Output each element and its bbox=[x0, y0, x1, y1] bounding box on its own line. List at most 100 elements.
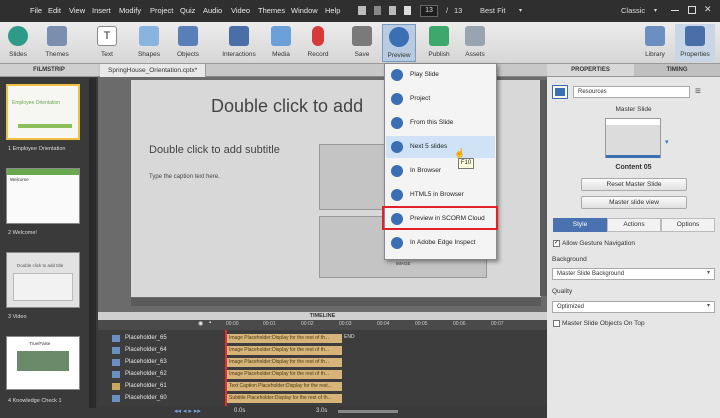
nav-first-icon[interactable] bbox=[358, 6, 366, 15]
shapes-button[interactable]: Shapes bbox=[134, 24, 164, 62]
menu-window[interactable]: Window bbox=[291, 6, 318, 15]
save-button[interactable]: Save bbox=[348, 24, 376, 62]
timeline-row[interactable]: Placeholder_64 Image Placeholder:Display … bbox=[98, 346, 547, 356]
filmstrip-scrollbar[interactable] bbox=[89, 78, 96, 408]
tab-style[interactable]: Style bbox=[553, 218, 607, 232]
zoom-select[interactable]: Best Fit bbox=[480, 6, 505, 15]
thumb-title: Welcome bbox=[10, 177, 29, 182]
record-button[interactable]: Record bbox=[303, 24, 333, 62]
slide-thumbnail-4[interactable]: True/False bbox=[6, 336, 80, 390]
menu-item-in-browser[interactable]: In Browser bbox=[386, 160, 495, 182]
chevron-down-icon[interactable]: ▾ bbox=[707, 302, 710, 309]
menu-item-from-this-slide[interactable]: From this Slide bbox=[386, 112, 495, 134]
tab-options[interactable]: Options bbox=[661, 218, 715, 232]
preview-button[interactable]: Preview bbox=[382, 24, 416, 62]
layer-bar[interactable]: Image Placeholder:Display for the rest o… bbox=[226, 334, 342, 343]
background-label: Background bbox=[552, 256, 587, 263]
timeline-time-1: 0.0s bbox=[234, 408, 246, 414]
background-select[interactable]: Master Slide Background bbox=[552, 268, 715, 280]
playhead[interactable] bbox=[225, 330, 227, 408]
publish-button[interactable]: Publish bbox=[424, 24, 454, 62]
slide-name-input[interactable]: Resources bbox=[573, 86, 690, 98]
more-options-icon[interactable]: ≡ bbox=[695, 86, 701, 97]
timeline-zoom-slider[interactable] bbox=[338, 410, 398, 413]
slide-thumbnail-2[interactable]: Welcome bbox=[6, 168, 80, 224]
menu-video[interactable]: Video bbox=[231, 6, 250, 15]
layer-bar[interactable]: Subtitle Placeholder:Display for the res… bbox=[226, 394, 342, 403]
maximize-icon[interactable] bbox=[688, 6, 696, 14]
menu-help[interactable]: Help bbox=[325, 6, 340, 15]
menu-quiz[interactable]: Quiz bbox=[180, 6, 195, 15]
nav-prev-icon[interactable] bbox=[374, 6, 381, 15]
menu-file[interactable]: File bbox=[30, 6, 42, 15]
menu-audio[interactable]: Audio bbox=[203, 6, 222, 15]
layer-bar[interactable]: Image Placeholder:Display for the rest o… bbox=[226, 370, 342, 379]
image-placeholder-1[interactable] bbox=[319, 144, 385, 210]
menu-insert[interactable]: Insert bbox=[92, 6, 111, 15]
slide-color-swatch[interactable] bbox=[552, 85, 568, 99]
master-on-top-label: Master Slide Objects On Top bbox=[562, 320, 645, 327]
menu-themes[interactable]: Themes bbox=[258, 6, 285, 15]
menu-item-next-5-slides[interactable]: Next 5 slides bbox=[386, 136, 495, 158]
chevron-down-icon[interactable]: ▾ bbox=[665, 138, 669, 146]
menu-item-html5-in-browser[interactable]: HTML5 in Browser bbox=[386, 184, 495, 206]
text-button[interactable]: T Text bbox=[93, 24, 121, 62]
menu-item-project[interactable]: Project bbox=[386, 88, 495, 110]
menu-item-play-slide[interactable]: Play Slide bbox=[386, 64, 495, 86]
lock-icon[interactable]: ▪ bbox=[209, 320, 211, 326]
menu-modify[interactable]: Modify bbox=[119, 6, 141, 15]
tab-properties[interactable]: PROPERTIES bbox=[547, 64, 634, 77]
slide-thumbnail-1[interactable]: Employee Orientation bbox=[6, 84, 80, 140]
media-button[interactable]: Media bbox=[266, 24, 296, 62]
document-tab[interactable]: SpringHouse_Orientation.cptx* bbox=[100, 64, 207, 77]
image-label: IMAGE bbox=[396, 261, 411, 266]
menu-item-label: HTML5 in Browser bbox=[410, 191, 464, 198]
tab-timing[interactable]: TIMING bbox=[634, 64, 720, 77]
layer-bar[interactable]: Text Caption Placeholder:Display for the… bbox=[226, 382, 342, 391]
timeline-play-controls-icon[interactable]: ◂◂ ◂ ▸ ▸▸ bbox=[174, 407, 201, 415]
interactions-button[interactable]: Interactions bbox=[220, 24, 258, 62]
subtitle-placeholder[interactable]: Double click to add subtitle bbox=[149, 144, 280, 156]
caption-placeholder[interactable]: Type the caption text here. bbox=[149, 174, 220, 180]
master-slide-thumbnail[interactable] bbox=[605, 118, 661, 158]
tab-actions[interactable]: Actions bbox=[607, 218, 661, 232]
timeline-footer: ◂◂ ◂ ▸ ▸▸ 0.0s 3.0s bbox=[98, 406, 547, 418]
themes-button[interactable]: Themes bbox=[42, 24, 72, 62]
nav-last-icon[interactable] bbox=[404, 6, 411, 15]
nav-next-icon[interactable] bbox=[389, 6, 396, 15]
timeline-row[interactable]: Placeholder_65 Image Placeholder:Display … bbox=[98, 334, 547, 344]
timeline-row[interactable]: Placeholder_63 Image Placeholder:Display … bbox=[98, 358, 547, 368]
gesture-checkbox[interactable]: ✓ bbox=[553, 240, 560, 247]
workspace-select[interactable]: Classic bbox=[621, 6, 645, 15]
layer-bar[interactable]: Image Placeholder:Display for the rest o… bbox=[226, 358, 342, 367]
master-slide-view-button[interactable]: Master slide view bbox=[581, 196, 687, 209]
minimize-icon[interactable] bbox=[671, 10, 679, 11]
library-button[interactable]: Library bbox=[640, 24, 670, 62]
stage-vscrollbar[interactable] bbox=[540, 80, 547, 296]
menu-edit[interactable]: Edit bbox=[48, 6, 61, 15]
close-icon[interactable]: ✕ bbox=[704, 4, 712, 15]
menu-project[interactable]: Project bbox=[150, 6, 173, 15]
chevron-down-icon[interactable]: ▾ bbox=[707, 269, 710, 276]
stage-hscrollbar[interactable] bbox=[131, 298, 541, 306]
reset-master-slide-button[interactable]: Reset Master Slide bbox=[581, 178, 687, 191]
assets-button[interactable]: Assets bbox=[460, 24, 490, 62]
chevron-down-icon[interactable]: ▾ bbox=[519, 7, 522, 14]
slides-button[interactable]: Slides bbox=[4, 24, 32, 62]
title-placeholder[interactable]: Double click to add bbox=[211, 96, 363, 117]
menu-item-in-adobe-edge-inspect[interactable]: In Adobe Edge Inspect bbox=[386, 232, 495, 254]
layer-bar[interactable]: Image Placeholder:Display for the rest o… bbox=[226, 346, 342, 355]
preview-dropdown-menu: Play Slide Project From this Slide Next … bbox=[384, 63, 497, 260]
timeline-row[interactable]: Placeholder_62 Image Placeholder:Display … bbox=[98, 370, 547, 380]
eye-icon[interactable]: ◉ bbox=[198, 320, 204, 328]
quality-select[interactable]: Optimized bbox=[552, 301, 715, 313]
timeline-row[interactable]: Placeholder_60 Subtitle Placeholder:Displ… bbox=[98, 394, 547, 404]
page-number-input[interactable]: 13 bbox=[420, 5, 438, 17]
objects-button[interactable]: Objects bbox=[173, 24, 203, 62]
properties-button[interactable]: Properties bbox=[675, 24, 715, 62]
slide-thumbnail-3[interactable]: Double click to add title bbox=[6, 252, 80, 308]
timeline-row[interactable]: Placeholder_61 Text Caption Placeholder:D… bbox=[98, 382, 547, 392]
master-on-top-checkbox[interactable] bbox=[553, 320, 560, 327]
menu-view[interactable]: View bbox=[69, 6, 85, 15]
chevron-down-icon[interactable]: ▾ bbox=[654, 7, 657, 14]
